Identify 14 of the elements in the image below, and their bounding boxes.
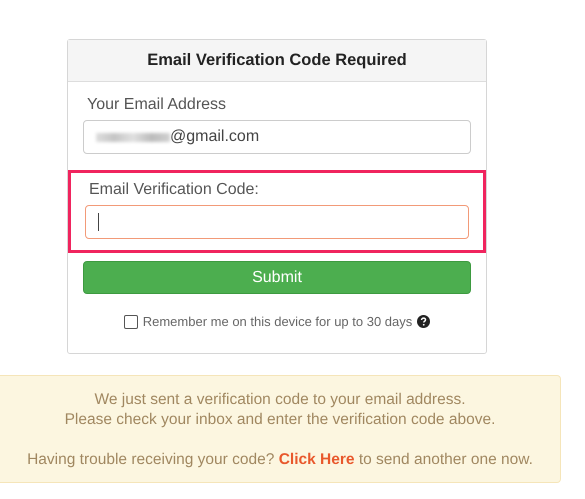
notice-text: We just sent a verification code to your email address. [94, 390, 466, 410]
click-here-link[interactable]: Click Here [278, 451, 355, 468]
notice-text: Please check your inbox and enter the verification code above. [64, 410, 496, 430]
remember-checkbox[interactable] [124, 314, 138, 328]
help-icon[interactable] [417, 315, 430, 328]
resend-text: Having trouble receiving your code? Click Here to send another one now. [27, 450, 533, 470]
card-title: Email Verification Code Required [147, 51, 407, 70]
remember-label: Remember me on this device for up to 30 days [142, 314, 412, 329]
submit-button[interactable]: Submit [83, 261, 471, 294]
code-field[interactable] [85, 205, 469, 239]
email-label: Your Email Address [87, 96, 228, 114]
email-field[interactable]: @gmail.com [83, 120, 471, 154]
text-cursor [98, 213, 99, 231]
code-label: Email Verification Code: [89, 181, 260, 199]
